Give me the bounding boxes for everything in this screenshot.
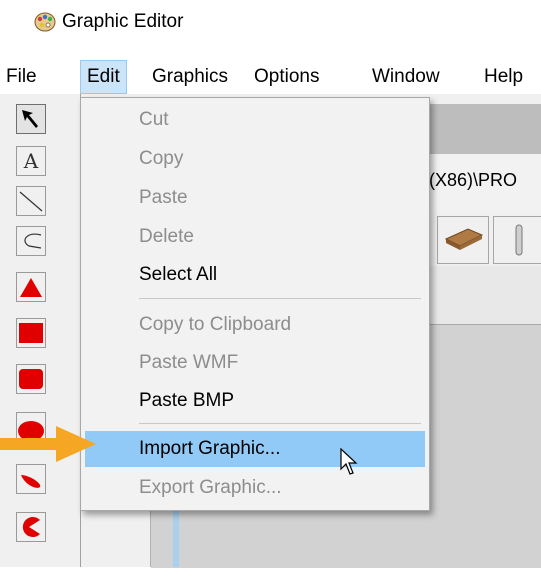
menu-edit[interactable]: Edit: [80, 60, 127, 94]
menu-item-cut[interactable]: Cut: [85, 102, 425, 138]
menu-bar: File Edit Graphics Options Window Help: [0, 60, 541, 94]
plank-icon: [444, 228, 484, 250]
rectangle-tool-icon: [19, 323, 43, 343]
plank-icon-button[interactable]: [437, 216, 489, 264]
menu-graphics[interactable]: Graphics: [146, 60, 234, 94]
line-tool-icon: [19, 191, 43, 212]
menu-item-paste-wmf[interactable]: Paste WMF: [85, 345, 425, 381]
select-arrow-icon: [22, 110, 38, 128]
pipe-icon: [515, 224, 523, 256]
pipe-icon-button[interactable]: [493, 216, 541, 264]
toolbox: A: [0, 94, 81, 567]
menu-separator: [139, 423, 421, 424]
window-title: Graphic Editor: [62, 11, 184, 32]
menu-item-copy[interactable]: Copy: [85, 141, 425, 177]
menu-file[interactable]: File: [0, 60, 43, 94]
text-tool[interactable]: A: [16, 146, 46, 176]
menu-item-import-graphic[interactable]: Import Graphic...: [85, 431, 425, 467]
title-bar: Graphic Editor: [0, 0, 541, 58]
menu-help[interactable]: Help: [478, 60, 529, 94]
graphic-editor-app-icon: [34, 12, 56, 32]
rounded-rectangle-tool[interactable]: [16, 364, 46, 394]
select-tool[interactable]: [16, 104, 46, 134]
pie-tool-icon: [22, 517, 40, 537]
menu-item-delete[interactable]: Delete: [85, 219, 425, 255]
menu-options[interactable]: Options: [248, 60, 325, 94]
line-tool[interactable]: [16, 186, 46, 216]
menu-item-paste[interactable]: Paste: [85, 180, 425, 216]
menu-separator: [139, 298, 421, 299]
pie-tool[interactable]: [16, 512, 46, 542]
menu-item-paste-bmp[interactable]: Paste BMP: [85, 383, 425, 419]
rounded-rectangle-tool-icon: [19, 369, 43, 389]
triangle-tool-icon: [20, 278, 42, 297]
document-path: (X86)\PRO: [429, 170, 518, 190]
triangle-tool[interactable]: [16, 272, 46, 302]
rectangle-tool[interactable]: [16, 318, 46, 348]
pointer-arrow-annotation: [0, 426, 96, 462]
menu-window[interactable]: Window: [366, 60, 446, 94]
edit-menu-dropdown: Cut Copy Paste Delete Select All Copy to…: [80, 97, 430, 511]
mouse-cursor-icon: [340, 448, 358, 475]
menu-item-select-all[interactable]: Select All: [85, 257, 425, 293]
text-tool-icon: A: [23, 149, 39, 173]
arc-tool-icon: [24, 233, 42, 249]
arc-tool[interactable]: [16, 226, 46, 256]
chord-tool-icon: [21, 475, 41, 488]
menu-item-copy-to-clipboard[interactable]: Copy to Clipboard: [85, 307, 425, 343]
chord-tool[interactable]: [16, 464, 46, 494]
menu-item-export-graphic[interactable]: Export Graphic...: [85, 470, 425, 506]
